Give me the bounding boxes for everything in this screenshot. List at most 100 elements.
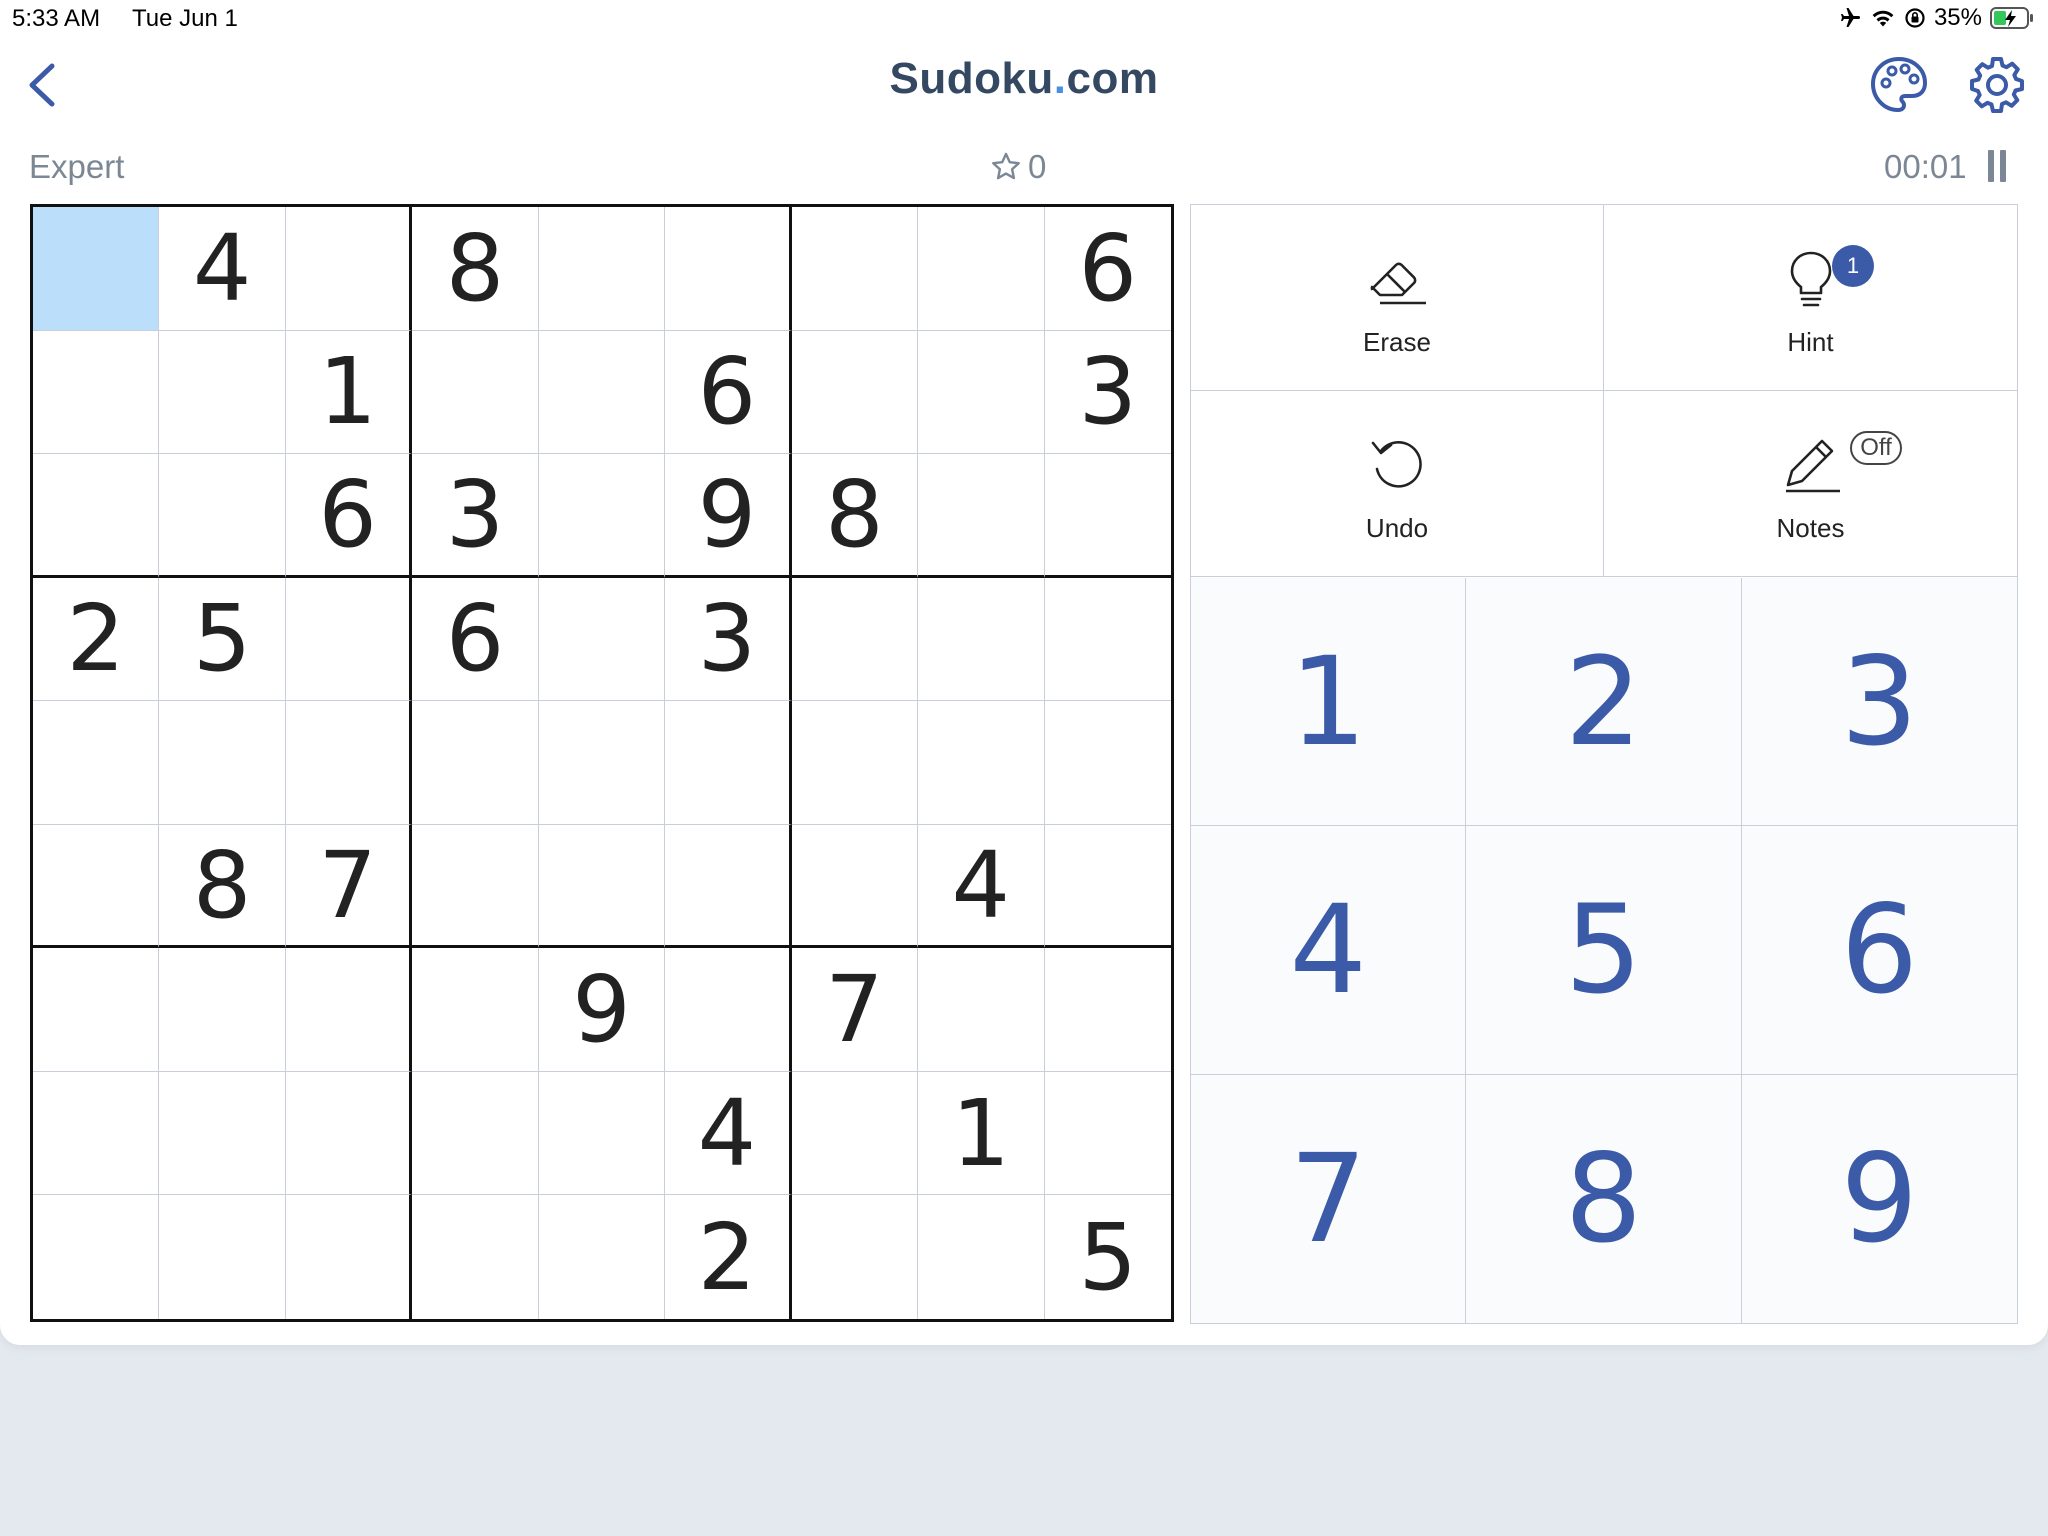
sudoku-cell[interactable] bbox=[791, 330, 919, 455]
sudoku-cell[interactable]: 3 bbox=[412, 454, 539, 578]
number-button-5[interactable]: 5 bbox=[1466, 826, 1742, 1075]
sudoku-cell[interactable]: 4 bbox=[665, 1071, 792, 1196]
hint-button[interactable]: 1 Hint bbox=[1604, 205, 2017, 391]
sudoku-cell[interactable] bbox=[918, 1195, 1045, 1319]
sudoku-cell[interactable] bbox=[791, 1071, 919, 1196]
sudoku-cell[interactable] bbox=[1044, 701, 1171, 825]
sudoku-cell[interactable]: 1 bbox=[285, 330, 413, 455]
sudoku-cell[interactable] bbox=[285, 1071, 413, 1196]
sudoku-cell[interactable] bbox=[791, 1195, 919, 1319]
app-window: 5:33 AM Tue Jun 1 35% Sudoku.com Expert … bbox=[0, 0, 2048, 1345]
sudoku-cell[interactable] bbox=[285, 1195, 413, 1319]
sudoku-cell[interactable] bbox=[285, 577, 413, 702]
erase-button[interactable]: Erase bbox=[1191, 205, 1604, 391]
sudoku-cell[interactable] bbox=[538, 1195, 666, 1319]
sudoku-cell[interactable] bbox=[538, 824, 666, 949]
sudoku-cell[interactable] bbox=[412, 701, 539, 825]
sudoku-cell[interactable]: 4 bbox=[159, 207, 286, 331]
sudoku-cell[interactable] bbox=[538, 207, 666, 331]
sudoku-cell[interactable] bbox=[791, 207, 919, 331]
sudoku-cell[interactable] bbox=[159, 948, 286, 1072]
undo-button[interactable]: Undo bbox=[1191, 391, 1604, 577]
sudoku-cell[interactable] bbox=[1044, 1071, 1171, 1196]
sudoku-cell[interactable] bbox=[918, 948, 1045, 1072]
sudoku-cell[interactable]: 7 bbox=[791, 948, 919, 1072]
sudoku-cell[interactable] bbox=[665, 207, 792, 331]
sudoku-cell[interactable] bbox=[159, 1071, 286, 1196]
sudoku-cell[interactable]: 1 bbox=[918, 1071, 1045, 1196]
number-button-6[interactable]: 6 bbox=[1741, 826, 2017, 1075]
pause-button[interactable] bbox=[1988, 150, 2014, 184]
number-button-8[interactable]: 8 bbox=[1466, 1074, 1742, 1323]
notes-toggle-status[interactable]: Off bbox=[1850, 431, 1902, 465]
notes-button[interactable]: Off Notes bbox=[1604, 391, 2017, 577]
sudoku-cell[interactable] bbox=[159, 330, 286, 455]
sudoku-cell[interactable]: 2 bbox=[33, 577, 160, 702]
sudoku-cell[interactable] bbox=[918, 207, 1045, 331]
theme-button[interactable] bbox=[1868, 54, 1930, 116]
sudoku-cell[interactable] bbox=[159, 1195, 286, 1319]
number-button-4[interactable]: 4 bbox=[1191, 826, 1467, 1075]
sudoku-cell[interactable] bbox=[918, 330, 1045, 455]
sudoku-cell[interactable] bbox=[538, 577, 666, 702]
sudoku-cell[interactable]: 8 bbox=[159, 824, 286, 949]
sudoku-cell[interactable]: 8 bbox=[791, 454, 919, 578]
sudoku-cell[interactable] bbox=[791, 577, 919, 702]
sudoku-cell[interactable]: 4 bbox=[918, 824, 1045, 949]
sudoku-cell[interactable]: 8 bbox=[412, 207, 539, 331]
sudoku-cell[interactable] bbox=[285, 948, 413, 1072]
sudoku-cell[interactable]: 5 bbox=[159, 577, 286, 702]
sudoku-cell[interactable] bbox=[33, 948, 160, 1072]
number-button-2[interactable]: 2 bbox=[1466, 578, 1742, 827]
sudoku-cell[interactable] bbox=[159, 454, 286, 578]
sudoku-cell[interactable] bbox=[285, 207, 413, 331]
sudoku-cell[interactable]: 5 bbox=[1044, 1195, 1171, 1319]
sudoku-cell[interactable]: 3 bbox=[665, 577, 792, 702]
sudoku-cell[interactable] bbox=[538, 1071, 666, 1196]
sudoku-cell[interactable]: 9 bbox=[665, 454, 792, 578]
sudoku-cell[interactable] bbox=[1044, 948, 1171, 1072]
sudoku-cell[interactable] bbox=[538, 701, 666, 825]
sudoku-cell[interactable]: 6 bbox=[1044, 207, 1171, 331]
number-button-1[interactable]: 1 bbox=[1191, 578, 1467, 827]
sudoku-cell[interactable] bbox=[412, 330, 539, 455]
sudoku-cell[interactable] bbox=[33, 701, 160, 825]
sudoku-cell[interactable] bbox=[665, 701, 792, 825]
number-button-3[interactable]: 3 bbox=[1741, 578, 2017, 827]
sudoku-cell[interactable] bbox=[33, 207, 160, 331]
sudoku-cell[interactable] bbox=[412, 948, 539, 1072]
sudoku-cell[interactable] bbox=[159, 701, 286, 825]
sudoku-cell[interactable] bbox=[412, 1195, 539, 1319]
sudoku-cell[interactable]: 6 bbox=[412, 577, 539, 702]
sudoku-cell[interactable]: 6 bbox=[285, 454, 413, 578]
sudoku-cell[interactable] bbox=[1044, 454, 1171, 578]
sudoku-cell[interactable] bbox=[538, 454, 666, 578]
number-button-9[interactable]: 9 bbox=[1741, 1074, 2017, 1323]
sudoku-cell[interactable] bbox=[1044, 824, 1171, 949]
sudoku-cell[interactable] bbox=[412, 824, 539, 949]
sudoku-cell[interactable]: 6 bbox=[665, 330, 792, 455]
sudoku-cell[interactable]: 7 bbox=[285, 824, 413, 949]
sudoku-cell[interactable] bbox=[665, 948, 792, 1072]
sudoku-cell[interactable] bbox=[918, 701, 1045, 825]
sudoku-cell[interactable]: 3 bbox=[1044, 330, 1171, 455]
sudoku-cell[interactable] bbox=[1044, 577, 1171, 702]
app-title: Sudoku.com bbox=[0, 54, 2048, 104]
sudoku-cell[interactable] bbox=[791, 701, 919, 825]
sudoku-cell[interactable]: 2 bbox=[665, 1195, 792, 1319]
sudoku-cell[interactable] bbox=[412, 1071, 539, 1196]
sudoku-cell[interactable] bbox=[538, 330, 666, 455]
sudoku-cell[interactable] bbox=[33, 454, 160, 578]
sudoku-cell[interactable]: 9 bbox=[538, 948, 666, 1072]
settings-button[interactable] bbox=[1966, 54, 2028, 116]
sudoku-cell[interactable] bbox=[918, 454, 1045, 578]
sudoku-cell[interactable] bbox=[33, 330, 160, 455]
sudoku-cell[interactable] bbox=[33, 1195, 160, 1319]
sudoku-cell[interactable] bbox=[665, 824, 792, 949]
sudoku-cell[interactable] bbox=[918, 577, 1045, 702]
sudoku-cell[interactable] bbox=[33, 1071, 160, 1196]
sudoku-cell[interactable] bbox=[33, 824, 160, 949]
number-button-7[interactable]: 7 bbox=[1191, 1074, 1467, 1323]
sudoku-cell[interactable] bbox=[791, 824, 919, 949]
sudoku-cell[interactable] bbox=[285, 701, 413, 825]
